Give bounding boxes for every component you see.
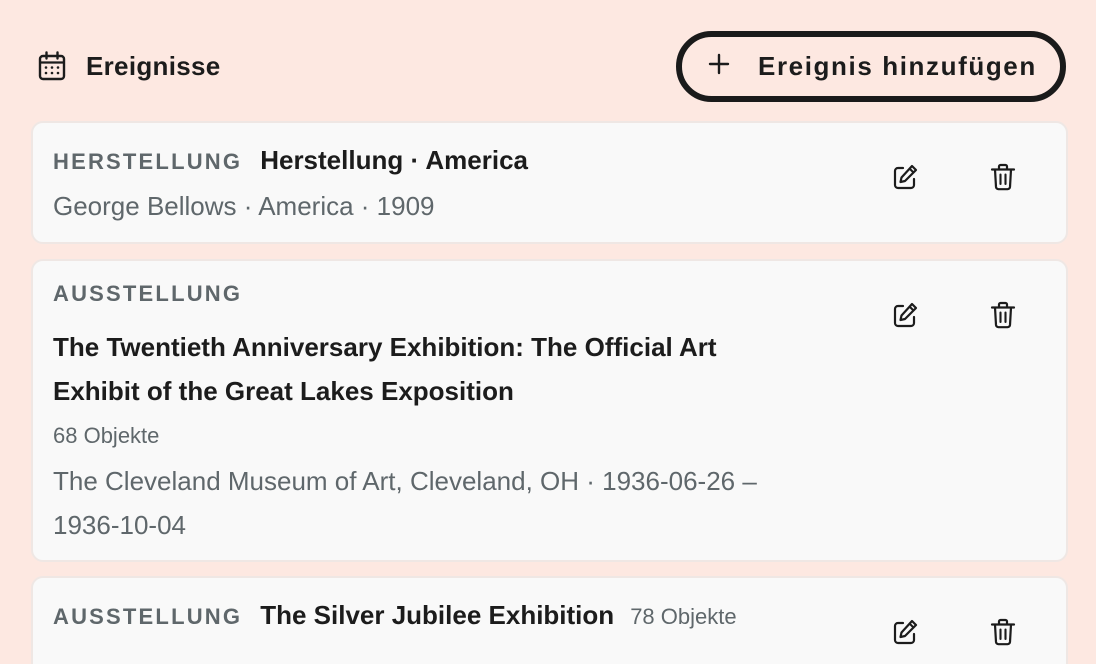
event-card: AUSSTELLUNG The Silver Jubilee Exhibitio…: [31, 576, 1068, 664]
trash-icon: [990, 301, 1016, 329]
plus-icon: [708, 53, 730, 80]
trash-icon: [990, 618, 1016, 646]
event-object-count: 78 Objekte: [630, 604, 737, 629]
event-meta: The Cleveland Museum of Art, Cleveland, …: [53, 459, 813, 547]
event-object-count: 68 Objekte: [53, 423, 160, 448]
event-title-line: The Twentieth Anniversary Exhibition: Th…: [53, 332, 717, 362]
events-header: Ereignisse Ereignis hinzufügen: [0, 0, 1096, 122]
calendar-icon: [38, 51, 66, 81]
event-type-label: AUSSTELLUNG: [53, 604, 243, 629]
delete-event-button[interactable]: [981, 610, 1025, 654]
edit-event-button[interactable]: [883, 155, 927, 199]
edit-event-button[interactable]: [883, 610, 927, 654]
event-title: Herstellung · America: [260, 145, 528, 175]
event-meta-line: 1936-10-04: [53, 510, 186, 540]
edit-icon: [891, 301, 919, 329]
page-title: Ereignisse: [86, 50, 221, 81]
event-meta-line: The Cleveland Museum of Art, Cleveland, …: [53, 466, 757, 496]
event-title: The Twentieth Anniversary Exhibition: Th…: [53, 325, 813, 413]
event-type-label: AUSSTELLUNG: [53, 281, 243, 306]
edit-icon: [891, 618, 919, 646]
delete-event-button[interactable]: [981, 155, 1025, 199]
events-title-group: Ereignisse: [38, 48, 221, 84]
event-title-line: Exhibit of the Great Lakes Exposition: [53, 376, 514, 406]
events-panel: Ereignisse Ereignis hinzufügen HERSTELLU…: [0, 0, 1096, 664]
event-heading: HERSTELLUNG Herstellung · America: [53, 145, 528, 176]
event-card: AUSSTELLUNG The Twentieth Anniversary Ex…: [31, 259, 1068, 562]
edit-icon: [891, 163, 919, 191]
event-type-label: HERSTELLUNG: [53, 149, 243, 174]
delete-event-button[interactable]: [981, 293, 1025, 337]
edit-event-button[interactable]: [883, 293, 927, 337]
add-event-button-label: Ereignis hinzufügen: [758, 51, 1037, 81]
event-heading: AUSSTELLUNG The Silver Jubilee Exhibitio…: [53, 600, 737, 631]
add-event-button[interactable]: Ereignis hinzufügen: [676, 31, 1066, 102]
event-title: The Silver Jubilee Exhibition: [260, 600, 615, 630]
event-card: HERSTELLUNG Herstellung · America George…: [31, 121, 1068, 244]
event-meta: George Bellows · America · 1909: [53, 191, 435, 221]
trash-icon: [990, 163, 1016, 191]
